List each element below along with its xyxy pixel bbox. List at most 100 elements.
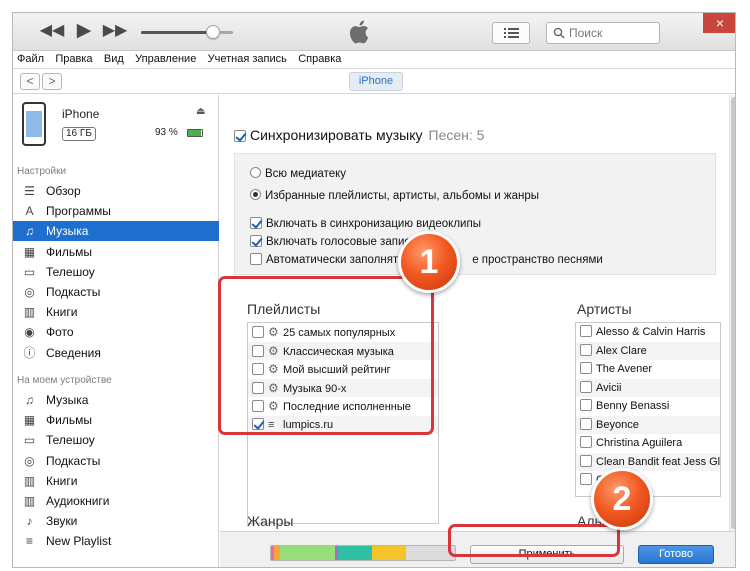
artist-checkbox[interactable]: [580, 436, 592, 448]
main-scrollbar[interactable]: [729, 95, 735, 567]
bell-icon: ♪: [26, 514, 33, 529]
settings-section-title: Настройки: [17, 166, 67, 177]
list-view-button[interactable]: [492, 22, 530, 44]
capacity-segment-photos: [338, 546, 372, 560]
artist-label: The Avener: [596, 363, 653, 375]
sidebar-device-item-6[interactable]: ♪ Звуки: [13, 511, 219, 531]
artist-row[interactable]: The Avener: [576, 360, 720, 379]
sidebar-settings-item-8[interactable]: ⓘ Сведения: [13, 343, 219, 363]
artist-row[interactable]: Alesso & Calvin Harris: [576, 323, 720, 342]
checkbox[interactable]: [250, 217, 262, 229]
sidebar-settings-item-7[interactable]: ◉ Фото: [13, 322, 219, 342]
artist-label: Clean Bandit feat Jess Glynne: [596, 455, 721, 468]
film-icon: ▦: [23, 244, 36, 259]
playlists-highlight-frame: [218, 276, 434, 435]
device-name: iPhone: [62, 107, 100, 121]
sidebar-settings-item-4[interactable]: ▭ Телешоу: [13, 262, 219, 282]
sidebar-settings-item-5[interactable]: ◎ Подкасты: [13, 282, 219, 302]
artist-row[interactable]: Clean Bandit feat Jess Glynne: [576, 452, 721, 471]
scrollbar-thumb[interactable]: [731, 97, 735, 529]
sync-music-checkbox[interactable]: [234, 130, 246, 142]
artist-checkbox[interactable]: [580, 454, 592, 467]
sidebar-device-item-5[interactable]: ▥ Аудиокниги: [13, 491, 219, 511]
menu-file[interactable]: Файл: [17, 51, 44, 68]
volume-slider[interactable]: [141, 25, 233, 39]
artist-checkbox[interactable]: [580, 362, 592, 374]
film-icon: ▦: [23, 413, 36, 428]
storage-capacity-bar: [270, 545, 456, 561]
sync-music-row[interactable]: Синхронизировать музыку Песен: 5: [234, 127, 484, 143]
sidebar-settings-item-1[interactable]: A Программы: [13, 201, 219, 221]
sidebar-settings-item-3[interactable]: ▦ Фильмы: [13, 242, 219, 262]
camera-icon: ◉: [24, 325, 35, 340]
artist-checkbox[interactable]: [580, 380, 592, 393]
book-icon: ▥: [23, 305, 36, 320]
sidebar-item-label: Подкасты: [46, 285, 101, 299]
artist-row[interactable]: Avicii: [576, 378, 720, 397]
done-button[interactable]: Готово: [638, 545, 714, 564]
sidebar-item-label: Программы: [46, 204, 111, 219]
sidebar-device-item-4[interactable]: ▥ Книги: [13, 471, 219, 491]
battery-icon: [187, 129, 203, 137]
rewind-icon[interactable]: ◀◀: [39, 21, 65, 41]
sidebar-device-item-2[interactable]: ▭ Телешоу: [13, 430, 219, 450]
sidebar-device-item-3[interactable]: ◎ Подкасты: [13, 451, 219, 471]
volume-knob[interactable]: [205, 25, 220, 39]
sidebar-settings-item-0[interactable]: ☰ Обзор: [13, 181, 219, 201]
menu-controls[interactable]: Управление: [135, 51, 196, 68]
artist-label: Benny Benassi: [596, 400, 670, 412]
menu-edit[interactable]: Правка: [55, 51, 92, 68]
artist-checkbox[interactable]: [580, 473, 592, 485]
menu-view[interactable]: Вид: [104, 51, 124, 68]
sidebar-device-item-1[interactable]: ▦ Фильмы: [13, 410, 219, 430]
apps-icon: A: [25, 204, 34, 219]
menu-account[interactable]: Учетная запись: [208, 51, 287, 68]
artist-checkbox[interactable]: [580, 325, 592, 337]
artist-checkbox[interactable]: [580, 399, 592, 411]
include-videos-option[interactable]: Включать в синхронизацию видеоклипы: [250, 217, 481, 230]
device-summary[interactable]: iPhone ⏏ 16 ГБ 93 %: [13, 95, 219, 153]
menu-help[interactable]: Справка: [298, 51, 341, 68]
sidebar-item-label: Фото: [46, 325, 74, 340]
artist-checkbox[interactable]: [580, 343, 592, 356]
radio-button[interactable]: [250, 167, 261, 178]
sync-music-label: Синхронизировать музыку: [250, 127, 423, 143]
radio-entire-library[interactable]: Всю медиатеку: [250, 167, 346, 180]
sidebar-item-label: Фильмы: [46, 244, 92, 259]
sidebar-settings-item-6[interactable]: ▥ Книги: [13, 302, 219, 322]
artist-row[interactable]: Alex Clare: [576, 341, 720, 360]
close-window-button[interactable]: ×: [703, 13, 735, 33]
volume-level: [141, 31, 213, 34]
player-toolbar: ◀◀ ▶ ▶▶ Поиск ×: [13, 13, 735, 51]
artist-label: Alex Clare: [596, 344, 647, 357]
sidebar-item-label: Музыка: [46, 224, 89, 239]
menu-bar: Файл Правка Вид Управление Учетная запис…: [13, 51, 735, 69]
fast-forward-icon[interactable]: ▶▶: [102, 21, 128, 41]
sidebar-settings-item-2[interactable]: ♫ Музыка: [13, 221, 219, 242]
eject-icon[interactable]: ⏏: [196, 106, 205, 117]
sidebar-device-item-7[interactable]: ≡ New Playlist: [13, 531, 219, 551]
summary-icon: ☰: [24, 184, 35, 198]
search-placeholder: Поиск: [569, 26, 603, 40]
play-icon[interactable]: ▶: [71, 21, 97, 41]
back-button[interactable]: <: [20, 73, 40, 90]
sidebar-item-label: Книги: [46, 305, 78, 320]
sidebar-device-item-0[interactable]: ♫ Музыка: [13, 390, 219, 410]
artist-checkbox[interactable]: [580, 417, 592, 430]
artist-row[interactable]: Benny Benassi: [576, 397, 720, 416]
search-input[interactable]: Поиск: [546, 22, 660, 44]
device-tab[interactable]: iPhone: [349, 72, 403, 91]
book-icon: ▥: [23, 473, 36, 488]
sidebar-item-label: Книги: [46, 473, 78, 488]
artist-row[interactable]: Beyonce: [576, 415, 720, 434]
checkbox[interactable]: [250, 253, 262, 265]
radio-selected-items[interactable]: Избранные плейлисты, артисты, альбомы и …: [250, 189, 539, 202]
artist-label: Christina Aguilera: [596, 437, 683, 449]
song-count: Песен: 5: [428, 127, 485, 143]
sidebar-item-label: Аудиокниги: [46, 494, 110, 508]
checkbox[interactable]: [250, 235, 262, 247]
include-voice-memos-option[interactable]: Включать голосовые записи: [250, 235, 417, 248]
artist-row[interactable]: Christina Aguilera: [576, 434, 720, 453]
radio-button[interactable]: [250, 189, 261, 200]
forward-button[interactable]: >: [42, 73, 62, 90]
